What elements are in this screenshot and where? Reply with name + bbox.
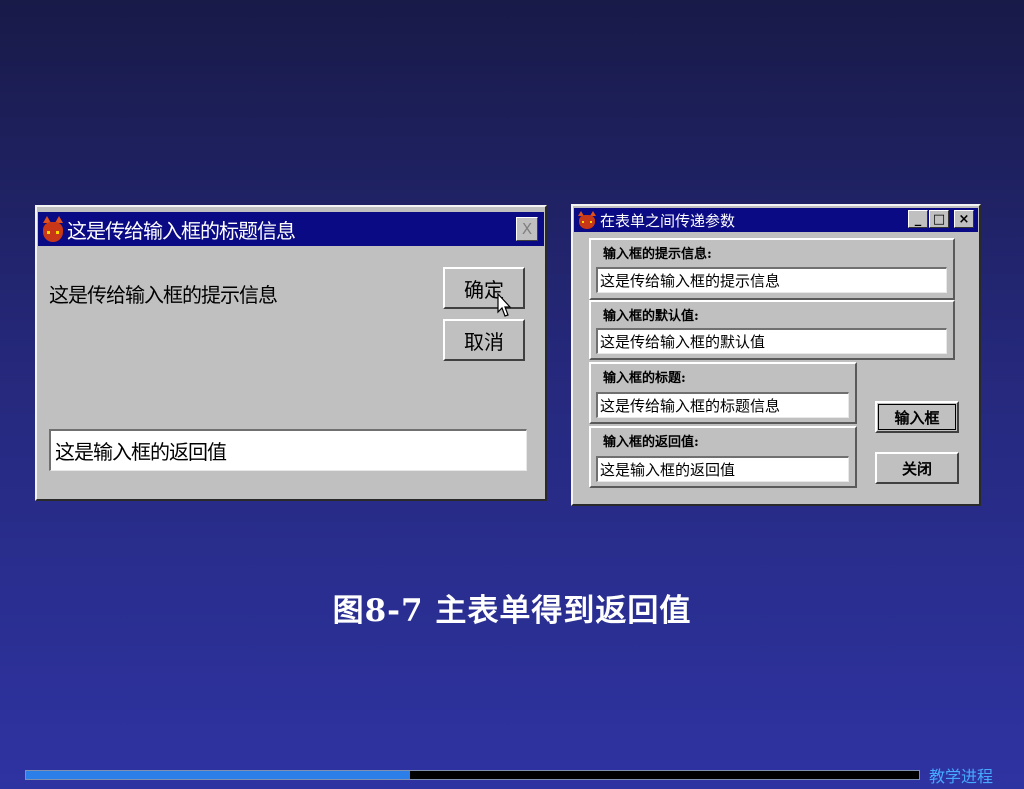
- return-value-field-text: 这是输入框的返回值: [600, 461, 736, 479]
- return-value-group: 输入框的返回值: 这是输入框的返回值: [589, 426, 857, 488]
- cancel-button[interactable]: 取消: [443, 319, 525, 361]
- return-value-field[interactable]: 这是输入框的返回值: [596, 456, 849, 482]
- input-box-button[interactable]: 输入框: [875, 401, 959, 433]
- figure-caption: 图8-7 主表单得到返回值: [332, 593, 692, 629]
- close-icon: X: [521, 220, 533, 238]
- close-button[interactable]: 关闭: [875, 452, 959, 484]
- dialog-close-button[interactable]: X: [516, 217, 538, 241]
- prompt-group: 输入框的提示信息: 这是传给输入框的提示信息: [589, 238, 955, 300]
- close-button-label: 关闭: [901, 459, 932, 478]
- form-titlebar[interactable]: 在表单之间传递参数 _ □ ×: [574, 208, 978, 232]
- cancel-button-label: 取消: [464, 329, 504, 354]
- prompt-field-text: 这是传给输入框的提示信息: [600, 272, 781, 290]
- dialog-title: 这是传给输入框的标题信息: [67, 218, 296, 243]
- window-close-button[interactable]: ×: [954, 210, 974, 228]
- title-field[interactable]: 这是传给输入框的标题信息: [596, 392, 849, 418]
- default-value-group: 输入框的默认值: 这是传给输入框的默认值: [589, 300, 955, 360]
- minimize-button[interactable]: _: [908, 210, 928, 228]
- mouse-cursor-icon: [497, 293, 512, 317]
- default-value-field[interactable]: 这是传给输入框的默认值: [596, 328, 947, 354]
- close-icon: ×: [958, 211, 970, 227]
- return-value-input[interactable]: 这是输入框的返回值: [49, 429, 527, 471]
- dialog-prompt: 这是传给输入框的提示信息: [49, 283, 278, 307]
- return-value-label: 输入框的返回值:: [603, 435, 699, 450]
- default-value-label: 输入框的默认值:: [603, 309, 699, 324]
- lesson-progress-bar: [25, 770, 920, 780]
- title-field-text: 这是传给输入框的标题信息: [600, 397, 781, 415]
- fox-app-icon: [578, 211, 596, 229]
- return-value-text: 这是输入框的返回值: [55, 440, 227, 464]
- prompt-field[interactable]: 这是传给输入框的提示信息: [596, 267, 947, 293]
- lesson-progress-fill: [26, 771, 410, 779]
- maximize-icon: □: [932, 211, 946, 227]
- default-value-text: 这是传给输入框的默认值: [600, 333, 766, 351]
- title-group: 输入框的标题: 这是传给输入框的标题信息: [589, 362, 857, 424]
- main-form-window: 在表单之间传递参数 _ □ × 输入框的提示信息: 这是传给输入框的提示信息 输…: [571, 204, 981, 506]
- form-title: 在表单之间传递参数: [600, 211, 736, 230]
- prompt-label: 输入框的提示信息:: [603, 247, 712, 262]
- teaching-progress-link[interactable]: 教学进程: [929, 763, 993, 787]
- input-box-button-label: 输入框: [894, 408, 940, 427]
- maximize-button[interactable]: □: [929, 210, 949, 228]
- fox-app-icon: [42, 216, 64, 242]
- title-label: 输入框的标题:: [603, 371, 686, 386]
- input-box-dialog: 这是传给输入框的标题信息 X 这是传给输入框的提示信息 确定 取消 这是输入框的…: [35, 205, 547, 501]
- minimize-icon: _: [914, 211, 922, 227]
- dialog-titlebar[interactable]: 这是传给输入框的标题信息 X: [38, 212, 544, 246]
